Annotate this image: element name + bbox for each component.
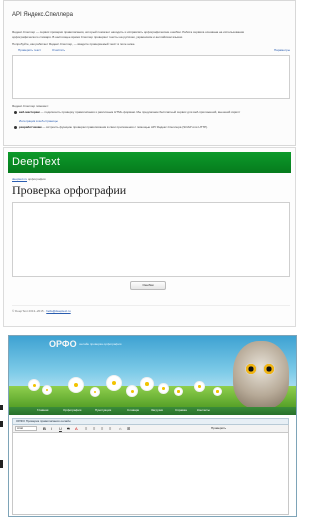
- daisy-icon: [195, 382, 204, 391]
- breadcrumb-home[interactable]: deeptext.ru: [12, 177, 27, 181]
- daisy-icon: [43, 386, 51, 394]
- nav-item[interactable]: Главная: [37, 408, 48, 412]
- owl-eye: [263, 363, 275, 375]
- image-icon[interactable]: ⌂: [119, 426, 121, 431]
- font-select[interactable]: Arial: [15, 426, 37, 431]
- intro-text: Яндекс.Спеллер — сервис проверки правопи…: [12, 30, 245, 34]
- align-left-icon[interactable]: ≡: [85, 426, 87, 431]
- daisy-icon: [159, 384, 168, 393]
- gutter-mark: [0, 405, 3, 410]
- editor-text-area[interactable]: [12, 433, 289, 515]
- bullet: [14, 126, 17, 129]
- nav-item[interactable]: Пунктуация: [95, 408, 111, 412]
- list-item: веб-мастерам — подключить проверку право…: [19, 110, 290, 114]
- list-item-text: — встроить функцию проверки правописания…: [41, 125, 208, 129]
- footer-copyright: © DeepText 2013–2015: [12, 309, 44, 313]
- daisy-icon: [214, 388, 221, 395]
- orfo-panel: ОРФО онлайн проверка орфографии Главная …: [8, 335, 297, 517]
- deeptext-logo[interactable]: DeepText: [12, 152, 60, 173]
- owl-eye: [245, 363, 257, 375]
- footer-email-link[interactable]: hello@deeptext.ru: [46, 309, 70, 313]
- breadcrumb-current: орфография: [27, 177, 46, 181]
- intro-text: орфографического словаря. В настоящее вр…: [12, 35, 184, 39]
- list-heading: Яндекс.Спеллер поможет:: [12, 104, 49, 108]
- underline-button[interactable]: U: [59, 426, 62, 431]
- list-item: Интеграция в веб-страницы: [19, 119, 290, 123]
- settings-icon[interactable]: [268, 48, 272, 61]
- list-item: разработчикам — встроить функцию проверк…: [19, 125, 290, 129]
- params-link[interactable]: Параметры: [274, 48, 290, 52]
- check-spelling-button[interactable]: Проверить: [211, 426, 226, 431]
- justify-icon[interactable]: ≡: [109, 426, 111, 431]
- divider: [12, 305, 290, 306]
- editor-title-bar: ОРФО Проверка правописания онлайн: [12, 418, 289, 425]
- bold-button[interactable]: B: [43, 426, 46, 431]
- speller-toolbar: Проверить текст Очистить Параметры: [12, 48, 290, 61]
- daisy-icon: [91, 388, 99, 396]
- strike-button[interactable]: S: [67, 426, 70, 431]
- check-errors-button[interactable]: Ошибки: [130, 281, 166, 290]
- speller-text-input[interactable]: [12, 55, 290, 99]
- gutter-mark: [0, 421, 3, 427]
- text-color-button[interactable]: A: [75, 426, 78, 431]
- daisy-icon: [141, 378, 153, 390]
- align-center-icon[interactable]: ≡: [93, 426, 95, 431]
- orfo-tagline: онлайн проверка орфографии: [79, 342, 122, 346]
- list-item-bold: разработчикам: [19, 125, 42, 129]
- daisy-icon: [69, 378, 83, 392]
- page-title: API Яндекс.Спеллера: [12, 12, 73, 18]
- orfo-logo[interactable]: ОРФО: [49, 339, 77, 349]
- daisy-icon: [175, 388, 182, 395]
- integration-link[interactable]: Интеграция в веб-страницы: [19, 119, 58, 123]
- daisy-icon: [127, 386, 137, 396]
- nav-item[interactable]: Словари: [127, 408, 139, 412]
- check-text-link[interactable]: Проверить текст: [18, 48, 41, 52]
- list-item-bold: веб-мастерам: [19, 110, 40, 114]
- bullet: [14, 111, 17, 114]
- editor-toolbar: Arial B I U S A ≡ ≡ ≡ ≡ ⌂ ⊞ Проверить: [12, 425, 289, 433]
- clear-link[interactable]: Очистить: [52, 48, 65, 52]
- intro-text: Попробуйте, как работает Яндекс.Спеллер,…: [12, 42, 136, 46]
- nav-item[interactable]: Справка: [175, 408, 187, 412]
- spellcheck-text-input[interactable]: [12, 202, 290, 277]
- list-item-text: — подключить проверку правописания к раз…: [39, 110, 241, 114]
- breadcrumb: deeptext.ru орфография: [12, 177, 46, 181]
- table-icon[interactable]: ⊞: [127, 426, 130, 431]
- align-right-icon[interactable]: ≡: [101, 426, 103, 431]
- clear-icon[interactable]: [46, 48, 50, 61]
- italic-button[interactable]: I: [51, 426, 52, 431]
- nav-item[interactable]: Орфография: [63, 408, 81, 412]
- gutter-mark: [0, 460, 3, 468]
- owl-photo: [233, 341, 289, 409]
- pencil-icon[interactable]: [12, 48, 16, 61]
- daisy-icon: [107, 376, 121, 390]
- nav-item[interactable]: Загрузки: [151, 408, 163, 412]
- nav-item[interactable]: Контакты: [197, 408, 210, 412]
- daisy-icon: [29, 380, 39, 390]
- page-title: Проверка орфографии: [12, 183, 127, 197]
- main-nav: Главная Орфография Пунктуация Словари За…: [9, 407, 296, 415]
- footer: © DeepText 2013–2015 · hello@deeptext.ru: [12, 309, 71, 313]
